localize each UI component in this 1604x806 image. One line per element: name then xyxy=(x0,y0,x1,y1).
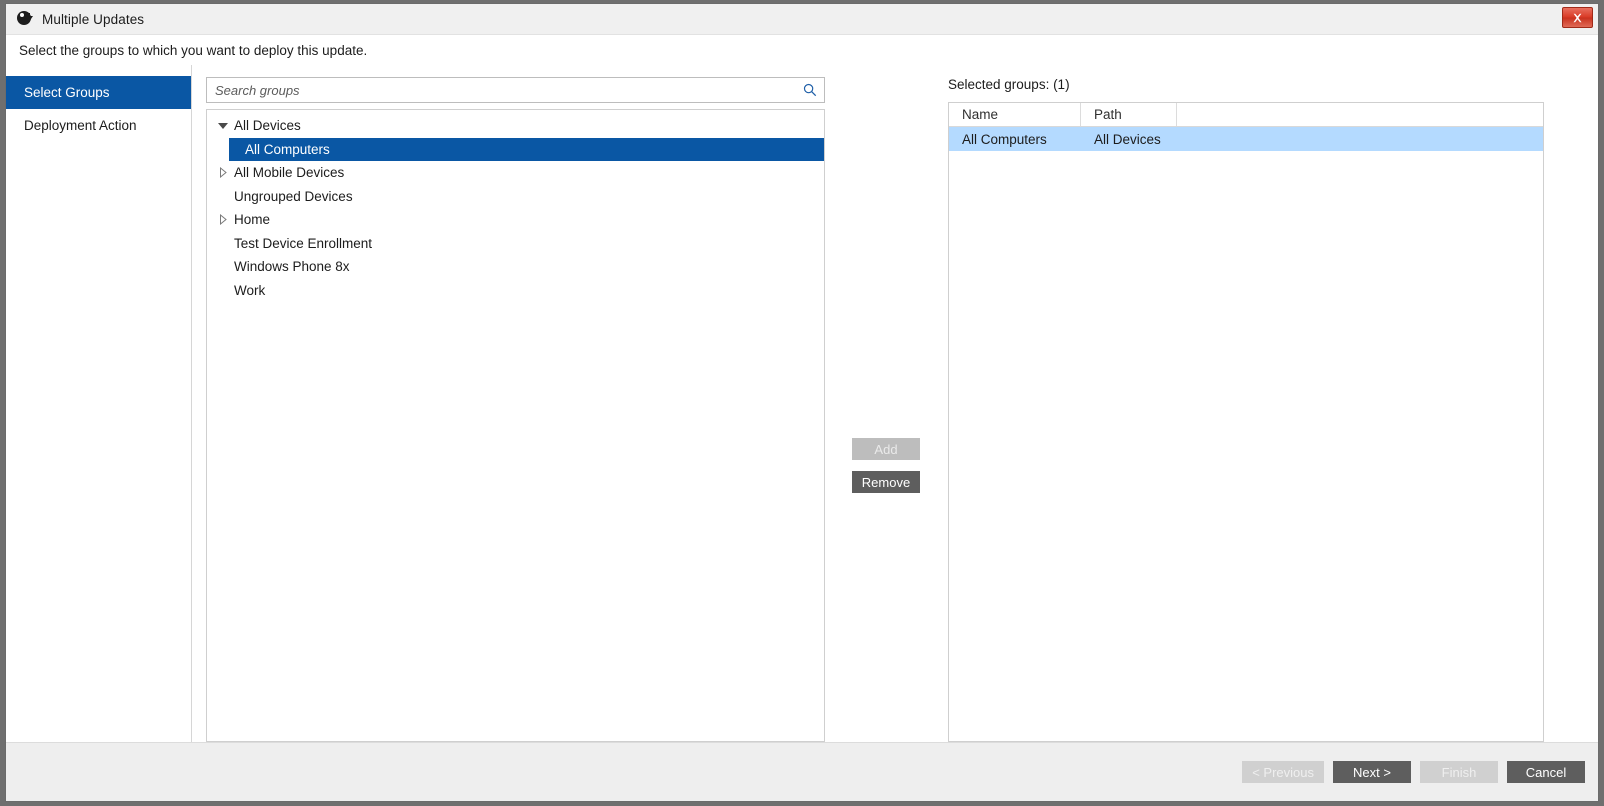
selected-groups-heading: Selected groups: (1) xyxy=(948,77,1544,97)
dialog-body: Select Groups Deployment Action xyxy=(6,65,1598,742)
sidebar-item-select-groups[interactable]: Select Groups xyxy=(6,76,191,109)
grid-header-row: Name Path xyxy=(949,103,1543,127)
tree-node[interactable]: Test Device Enrollment xyxy=(207,232,824,256)
sidebar-item-label: Select Groups xyxy=(24,85,110,100)
instruction-text: Select the groups to which you want to d… xyxy=(6,35,1598,65)
cancel-button[interactable]: Cancel xyxy=(1507,761,1585,783)
update-disc-download-icon xyxy=(17,11,33,27)
transfer-buttons: Add Remove xyxy=(838,65,934,742)
dialog-window: Multiple Updates Select the groups to wh… xyxy=(5,3,1599,802)
cell-name: All Computers xyxy=(949,127,1081,151)
sidebar-item-label: Deployment Action xyxy=(24,118,137,133)
search-input[interactable] xyxy=(207,78,824,102)
sidebar-item-deployment-action[interactable]: Deployment Action xyxy=(6,109,191,142)
search-box[interactable] xyxy=(206,77,825,103)
add-button[interactable]: Add xyxy=(852,438,920,460)
tree-node-label: All Computers xyxy=(245,142,330,157)
search-icon[interactable] xyxy=(803,83,817,97)
column-header-name[interactable]: Name xyxy=(949,103,1081,126)
tree-indent-spacer xyxy=(217,284,230,297)
table-row[interactable]: All Computers All Devices xyxy=(949,127,1543,151)
chevron-right-icon[interactable] xyxy=(217,166,230,179)
tree-indent-spacer xyxy=(217,190,230,203)
tree-indent-spacer xyxy=(217,260,230,273)
selected-groups-panel: Selected groups: (1) Name Path All Compu… xyxy=(934,65,1598,742)
window-title: Multiple Updates xyxy=(42,12,144,27)
tree-node-label: Ungrouped Devices xyxy=(234,189,353,204)
tree-indent-spacer xyxy=(217,237,230,250)
title-bar: Multiple Updates xyxy=(6,4,1598,35)
column-header-path[interactable]: Path xyxy=(1081,103,1177,126)
tree-node[interactable]: Home xyxy=(207,208,824,232)
next-button[interactable]: Next > xyxy=(1333,761,1411,783)
remove-button[interactable]: Remove xyxy=(852,471,920,493)
tree-node-selected[interactable]: All Computers xyxy=(229,138,824,162)
group-tree[interactable]: All Devices All Computers All Mobile Dev… xyxy=(206,109,825,742)
dialog-footer: < Previous Next > Finish Cancel xyxy=(6,742,1598,801)
groups-browser: All Devices All Computers All Mobile Dev… xyxy=(192,65,838,742)
cell-path: All Devices xyxy=(1081,127,1177,151)
finish-button[interactable]: Finish xyxy=(1420,761,1498,783)
tree-node[interactable]: Ungrouped Devices xyxy=(207,185,824,209)
tree-node-label: Work xyxy=(234,283,265,298)
selected-groups-grid[interactable]: Name Path All Computers All Devices xyxy=(948,102,1544,742)
tree-node-label: Home xyxy=(234,212,270,227)
grid-body: All Computers All Devices xyxy=(949,127,1543,741)
column-header-filler xyxy=(1177,103,1543,126)
cell-filler xyxy=(1177,127,1543,151)
tree-node-label: All Devices xyxy=(234,118,301,133)
tree-node-label: Windows Phone 8x xyxy=(234,259,350,274)
tree-node[interactable]: All Devices xyxy=(207,114,824,138)
chevron-down-icon[interactable] xyxy=(217,119,230,132)
tree-node[interactable]: Windows Phone 8x xyxy=(207,255,824,279)
tree-node[interactable]: All Mobile Devices xyxy=(207,161,824,185)
tree-node-label: Test Device Enrollment xyxy=(234,236,372,251)
tree-node-label: All Mobile Devices xyxy=(234,165,344,180)
previous-button[interactable]: < Previous xyxy=(1242,761,1324,783)
wizard-step-sidebar: Select Groups Deployment Action xyxy=(6,65,192,742)
tree-node[interactable]: Work xyxy=(207,279,824,303)
chevron-right-icon[interactable] xyxy=(217,213,230,226)
close-button[interactable] xyxy=(1562,7,1593,28)
